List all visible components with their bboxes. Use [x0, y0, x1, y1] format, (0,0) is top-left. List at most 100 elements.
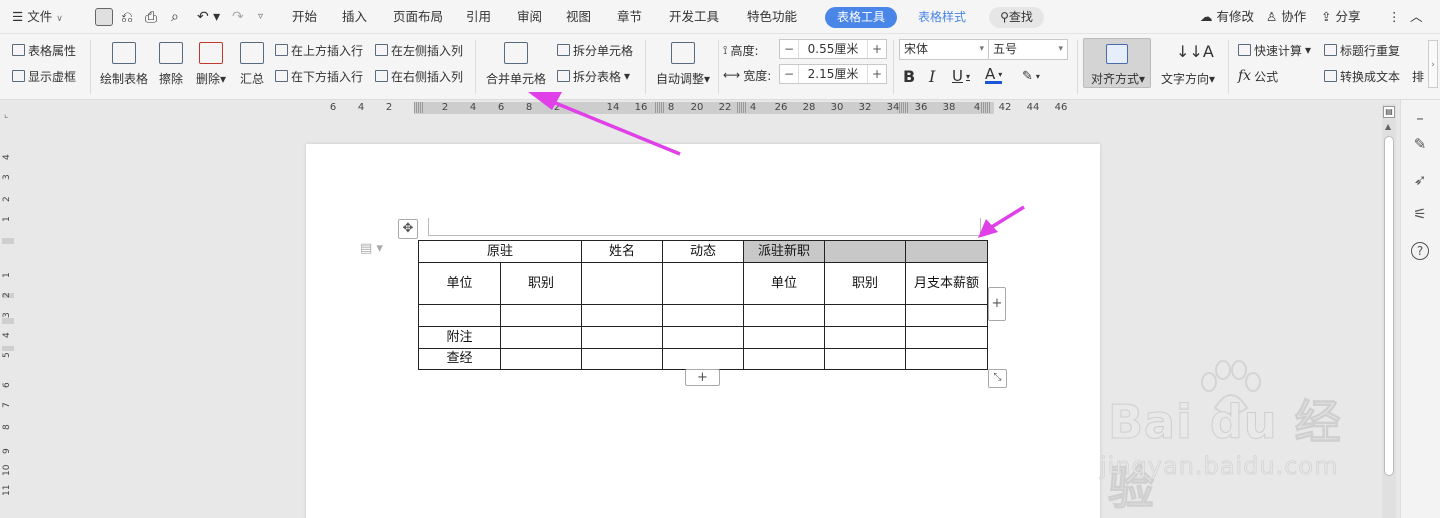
table-cell[interactable] [581, 326, 663, 349]
table-cell[interactable]: 职别 [824, 262, 906, 305]
table-cell[interactable]: 月支本薪额 [905, 262, 988, 305]
plus-icon[interactable]: + [868, 42, 886, 56]
more-icon[interactable]: ⋮ [1388, 0, 1401, 34]
height-stepper[interactable]: −0.55厘米 + [779, 39, 887, 59]
show-gridlines-button[interactable]: 显示虚框 [12, 67, 76, 85]
auto-fit-button[interactable]: 自动调整▾ [654, 42, 712, 87]
file-menu[interactable]: ☰ 文件 ∨ [12, 0, 63, 34]
table-cell[interactable] [581, 304, 663, 327]
summary-button[interactable]: 汇总 [238, 42, 266, 87]
ruler-column-marker[interactable] [655, 102, 665, 113]
insert-col-left-button[interactable]: 在左侧插入列 [375, 41, 463, 59]
table-cell[interactable] [905, 326, 988, 349]
table-cell[interactable]: 附注 [418, 326, 501, 349]
tab-review[interactable]: 审阅 [517, 0, 542, 34]
font-color-button[interactable]: A ▾ [985, 65, 1003, 84]
cursor-icon[interactable]: ➶ [1411, 171, 1429, 189]
table-cell[interactable] [905, 304, 988, 327]
table-cell[interactable] [500, 326, 582, 349]
tab-special[interactable]: 特色功能 [747, 0, 797, 34]
table-cell[interactable] [500, 348, 582, 370]
scrollbar-thumb[interactable] [1384, 136, 1394, 476]
save-icon[interactable] [95, 8, 113, 26]
more-ribbon-button[interactable]: 排 [1412, 67, 1424, 85]
insert-row-below-button[interactable]: 在下方插入行 [275, 67, 363, 85]
tab-insert[interactable]: 插入 [342, 0, 367, 34]
table-cell[interactable] [662, 304, 744, 327]
add-column-button[interactable]: + [988, 287, 1006, 321]
table-cell[interactable] [824, 326, 906, 349]
table-cell[interactable] [500, 304, 582, 327]
document-table[interactable]: 原驻 姓名 动态 派驻新职 单位 职别 单位 职别 月支本薪额 附注 查经 [418, 240, 988, 370]
erase-button[interactable]: 擦除 [157, 42, 185, 87]
redo-icon[interactable]: ↷ [232, 0, 244, 34]
tab-start[interactable]: 开始 [292, 0, 317, 34]
tab-chapter[interactable]: 章节 [617, 0, 642, 34]
table-cell[interactable] [662, 348, 744, 370]
tab-table-style[interactable]: 表格样式 [906, 7, 978, 28]
text-direction-button[interactable]: ↓↓A 文字方向▾ [1158, 42, 1218, 87]
scroll-top-icon[interactable]: ▤ [1383, 106, 1395, 118]
italic-button[interactable]: I [929, 67, 935, 86]
table-cell[interactable]: 查经 [418, 348, 501, 370]
tab-page-layout[interactable]: 页面布局 [393, 0, 443, 34]
table-cell[interactable] [581, 348, 663, 370]
table-resize-handle[interactable]: ⤡ [988, 369, 1007, 388]
table-properties-button[interactable]: 表格属性 [12, 41, 76, 59]
table-cell[interactable] [905, 240, 988, 263]
repeat-header-button[interactable]: 标题行重复 [1324, 41, 1400, 59]
table-cell[interactable] [743, 304, 825, 327]
table-cell[interactable]: 职别 [500, 262, 582, 305]
help-icon[interactable]: ? [1411, 242, 1429, 260]
tab-view[interactable]: 视图 [566, 0, 591, 34]
share-button[interactable]: ⇪ 分享 [1321, 0, 1360, 34]
pen-icon[interactable]: ✎ [1411, 135, 1429, 153]
tab-table-tools[interactable]: 表格工具 [825, 7, 898, 28]
print-icon[interactable]: ⎙ [145, 0, 157, 34]
width-stepper[interactable]: −2.15厘米 + [779, 64, 887, 84]
add-row-button[interactable]: + [685, 369, 720, 386]
vertical-scrollbar[interactable]: ▤ ▲ [1382, 104, 1396, 518]
table-cell[interactable] [905, 348, 988, 370]
print-preview-icon[interactable]: ⌕ [171, 0, 179, 34]
ribbon-scroll-right[interactable]: › [1428, 40, 1438, 88]
ruler-column-marker[interactable] [414, 102, 424, 113]
plus-icon[interactable]: + [868, 67, 886, 81]
undo-icon[interactable]: ↶ ▾ [197, 0, 220, 34]
collaborate-button[interactable]: ♙ 协作 [1266, 0, 1306, 34]
table-cell[interactable]: 派驻新职 [743, 240, 825, 263]
table-cell[interactable] [581, 262, 663, 305]
undo-history-icon[interactable]: ⎌ [121, 0, 133, 34]
vertical-ruler[interactable]: 4 3 2 1 1 2 3 4 5 6 7 8 9 10 11 [0, 118, 16, 518]
ruler-column-marker[interactable] [899, 102, 909, 113]
minus-icon[interactable]: − [780, 67, 798, 81]
quick-calc-button[interactable]: 快速计算 ▾ [1238, 41, 1311, 59]
search-button[interactable]: ⚲查找 [989, 7, 1044, 28]
delete-button[interactable]: 删除▾ [193, 42, 229, 87]
customize-icon[interactable]: ▿ [258, 0, 263, 34]
ruler-column-marker[interactable] [737, 102, 747, 113]
table-cell[interactable] [418, 304, 501, 327]
sliders-icon[interactable]: ⚟ [1411, 205, 1429, 223]
split-table-button[interactable]: 拆分表格 ▾ [557, 67, 630, 85]
table-cell[interactable] [824, 240, 906, 263]
table-cell[interactable] [662, 262, 744, 305]
align-button[interactable]: 对齐方式▾ [1083, 38, 1151, 88]
insert-col-right-button[interactable]: 在右侧插入列 [375, 67, 463, 85]
document-icon[interactable]: ▤ ▾ [360, 241, 383, 256]
has-changes-button[interactable]: ☁ 有修改 [1200, 0, 1254, 34]
underline-button[interactable]: U ▾ [952, 67, 970, 85]
scroll-up-icon[interactable]: ▲ [1385, 122, 1391, 131]
split-cells-button[interactable]: 拆分单元格 [557, 41, 633, 59]
tab-developer[interactable]: 开发工具 [669, 0, 719, 34]
convert-to-text-button[interactable]: 转换成文本 [1324, 67, 1400, 85]
horizontal-ruler[interactable]: 6 4 2 2 4 6 8 2 14 16 8 20 22 4 26 28 30 32 34 36 38 4 42 44 46 [0, 100, 1380, 118]
font-name-select[interactable]: 宋体 ▾ [899, 39, 989, 60]
table-cell[interactable] [824, 348, 906, 370]
tab-references[interactable]: 引用 [466, 0, 491, 34]
table-cell[interactable]: 动态 [662, 240, 744, 263]
formula-button[interactable]: fx 公式 [1238, 67, 1278, 85]
bold-button[interactable]: B [903, 67, 915, 86]
highlight-button[interactable]: ✎ ▾ [1022, 67, 1040, 85]
table-cell[interactable]: 原驻 [418, 240, 582, 263]
